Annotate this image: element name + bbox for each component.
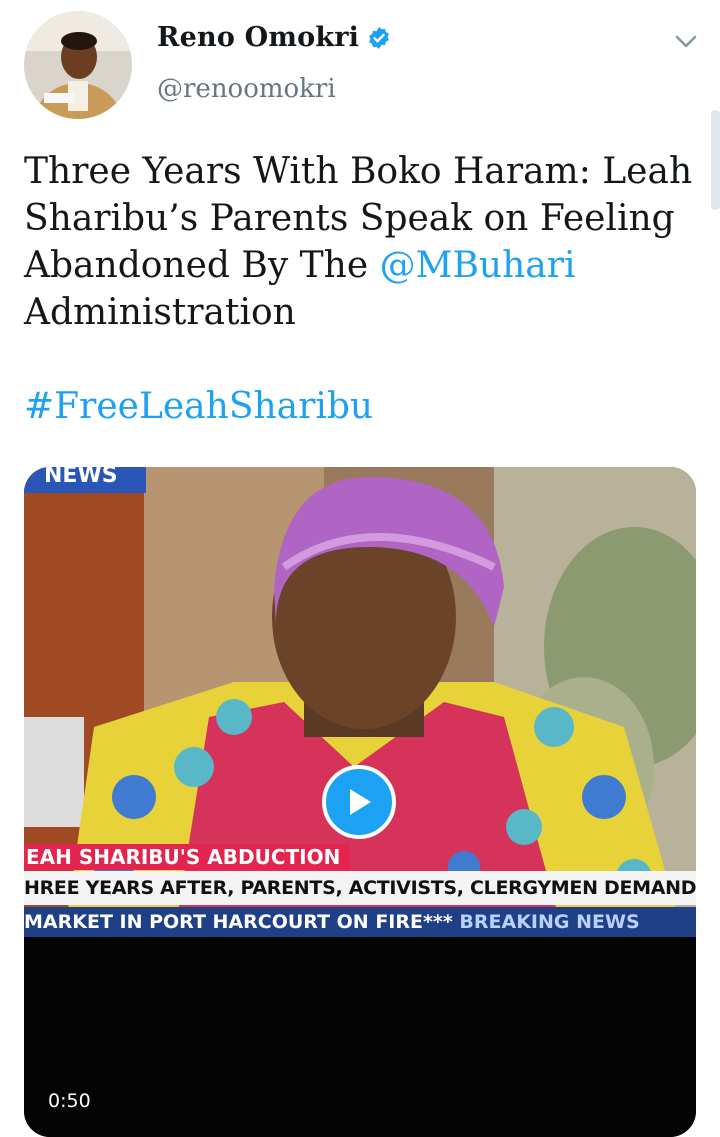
news-tag: NEWS xyxy=(24,467,146,493)
avatar-photo xyxy=(24,11,132,119)
tweet-text-part2: Administration xyxy=(24,292,296,333)
ticker-bottom-text: MARKET IN PORT HARCOURT ON FIRE*** xyxy=(24,911,453,933)
video-duration: 0:50 xyxy=(48,1090,91,1112)
tweet-text: Three Years With Boko Haram: Leah Sharib… xyxy=(24,148,694,430)
video-player[interactable]: NEWS EAH SHARIBU'S ABDUCTION HREE YEARS … xyxy=(24,467,696,1137)
tweet-text-part1: Three Years With Boko Haram: Leah Sharib… xyxy=(24,151,693,286)
avatar[interactable] xyxy=(24,11,132,119)
ticker-subheadline: HREE YEARS AFTER, PARENTS, ACTIVISTS, CL… xyxy=(24,871,696,905)
hashtag-link[interactable]: #FreeLeahSharibu xyxy=(24,386,373,427)
ticker-bottom: MARKET IN PORT HARCOURT ON FIRE*** BREAK… xyxy=(24,907,696,937)
play-button[interactable] xyxy=(322,765,396,839)
scrollbar[interactable] xyxy=(711,110,720,210)
mention-link[interactable]: @MBuhari xyxy=(380,245,576,286)
chevron-down-icon[interactable] xyxy=(672,30,700,52)
author-handle[interactable]: @renoomokri xyxy=(157,74,336,104)
ticker-headline: EAH SHARIBU'S ABDUCTION xyxy=(24,844,351,870)
verified-badge-icon xyxy=(367,26,391,50)
ticker-breaking-tag: BREAKING NEWS xyxy=(459,911,640,933)
author-name[interactable]: Reno Omokri xyxy=(157,22,359,53)
play-icon xyxy=(350,789,371,815)
